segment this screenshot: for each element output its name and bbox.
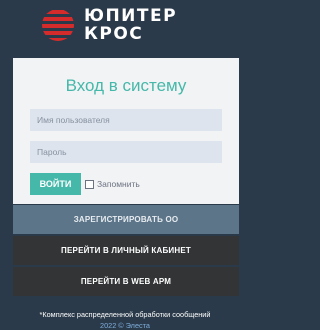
brand-name: ЮПИТЕР КРОС [84,7,177,43]
register-button[interactable]: ЗАРЕГИСТРИРОВАТЬ ОО [13,205,239,234]
remember-me[interactable]: Запомнить [85,178,140,190]
brand-logo: ЮПИТЕР КРОС [40,6,215,46]
footer-copyright[interactable]: 2022 © Элеста [0,321,250,330]
footer-note: *Комплекс распределенной обработки сообщ… [39,310,211,319]
login-button[interactable]: ВОЙТИ [30,173,81,195]
remember-checkbox[interactable] [85,179,94,189]
web-arm-button[interactable]: ПЕРЕЙТИ В WEB АРМ [13,267,239,296]
brand-name-line2: КРОС [84,24,144,44]
jupiter-planet-icon [42,9,74,41]
password-input[interactable] [30,141,222,163]
login-card: Вход в систему ВОЙТИ Запомнить [13,58,239,204]
username-input[interactable] [30,109,222,131]
personal-cabinet-button[interactable]: ПЕРЕЙТИ В ЛИЧНЫЙ КАБИНЕТ [13,236,239,265]
remember-label: Запомнить [97,179,140,189]
brand-name-line1: ЮПИТЕР [84,6,178,26]
login-title: Вход в систему [65,76,187,95]
